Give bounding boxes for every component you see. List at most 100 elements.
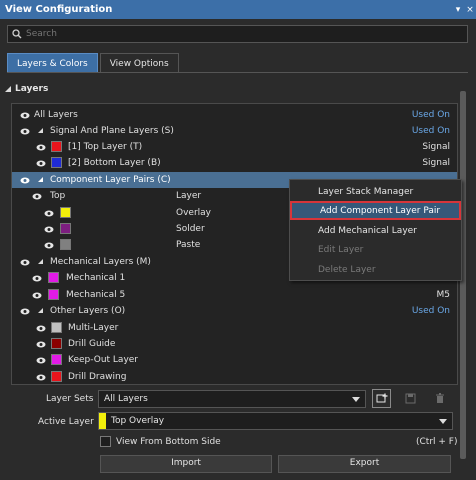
menu-item-add-mechanical-layer[interactable]: Add Mechanical Layer [290, 221, 461, 240]
eye-icon[interactable] [32, 275, 42, 282]
expand-triangle-icon[interactable] [38, 308, 43, 313]
context-menu: Layer Stack Manager Add Component Layer … [289, 179, 462, 281]
eye-icon[interactable] [36, 160, 46, 167]
layer-sets-label: Layer Sets [46, 394, 94, 404]
expand-triangle-icon[interactable] [38, 128, 43, 133]
layer-color-swatch[interactable] [60, 207, 71, 218]
view-from-bottom-checkbox[interactable] [100, 436, 111, 447]
menu-item-layer-stack-manager[interactable]: Layer Stack Manager [290, 182, 461, 201]
menu-item-delete-layer[interactable]: Delete Layer [290, 260, 461, 279]
window-titlebar: View Configuration ▾ × [0, 0, 476, 19]
eye-icon[interactable] [20, 177, 30, 184]
mechanical-1-label: Mechanical 1 [66, 273, 126, 283]
expand-triangle-icon[interactable] [38, 259, 43, 264]
eye-icon[interactable] [44, 210, 54, 217]
layers-section-label: Layers [15, 84, 49, 94]
pair-top-label: Top [50, 191, 66, 201]
layers-section-header[interactable]: Layers [5, 84, 48, 94]
collapse-triangle-icon [5, 86, 11, 92]
tab-layers-colors[interactable]: Layers & Colors [7, 53, 98, 73]
eye-icon[interactable] [32, 193, 42, 200]
export-button[interactable]: Export [278, 455, 451, 473]
active-layer-label: Active Layer [38, 417, 94, 427]
close-icon[interactable]: × [464, 5, 476, 15]
bottom-layer-used-on: Signal [422, 158, 450, 168]
view-from-bottom-label: View From Bottom Side [116, 437, 221, 447]
layer-color-swatch[interactable] [51, 354, 62, 365]
active-layer-value: Top Overlay [111, 416, 165, 426]
layer-color-swatch[interactable] [51, 322, 62, 333]
bottom-layer-label: [2] Bottom Layer (B) [68, 158, 161, 168]
eye-icon[interactable] [20, 259, 30, 266]
paste-label: Paste [176, 240, 201, 250]
eye-icon[interactable] [36, 357, 46, 364]
mechanical-5-label: Mechanical 5 [66, 290, 126, 300]
layer-color-swatch[interactable] [60, 239, 71, 250]
row-other-group[interactable]: Other Layers (O) Used On [12, 303, 457, 319]
layer-color-swatch[interactable] [51, 157, 62, 168]
add-layer-set-button[interactable] [372, 389, 391, 408]
row-bottom-layer[interactable]: [2] Bottom Layer (B) Signal [12, 155, 457, 171]
layer-color-swatch[interactable] [51, 371, 62, 382]
overlay-label: Overlay [176, 208, 211, 218]
layer-sets-select[interactable]: All Layers [98, 390, 366, 408]
active-layer-color [99, 413, 106, 429]
row-all-layers[interactable]: All Layers Used On [12, 107, 457, 123]
layer-color-swatch[interactable] [60, 223, 71, 234]
eye-icon[interactable] [36, 341, 46, 348]
layer-color-swatch[interactable] [48, 289, 59, 300]
delete-layer-set-button[interactable] [430, 389, 449, 408]
used-on-header[interactable]: Used On [412, 110, 450, 120]
row-mechanical-5[interactable]: Mechanical 5 M5 [12, 287, 457, 303]
layer-color-swatch[interactable] [51, 141, 62, 152]
tab-view-options[interactable]: View Options [99, 53, 179, 73]
eye-icon[interactable] [20, 128, 30, 135]
drill-drawing-label: Drill Drawing [68, 372, 127, 382]
row-drill-guide[interactable]: Drill Guide [12, 336, 457, 352]
mechanical-group-label: Mechanical Layers (M) [50, 257, 151, 267]
pin-menu-icon[interactable]: ▾ [452, 5, 464, 15]
tab-divider [7, 72, 468, 73]
eye-icon[interactable] [44, 242, 54, 249]
search-box[interactable] [7, 25, 468, 43]
row-top-layer[interactable]: [1] Top Layer (T) Signal [12, 139, 457, 155]
drill-guide-label: Drill Guide [68, 339, 116, 349]
top-layer-label: [1] Top Layer (T) [68, 142, 143, 152]
pair-layer-column: Layer [176, 191, 202, 201]
window-title: View Configuration [5, 4, 113, 15]
eye-icon[interactable] [20, 112, 30, 119]
active-layer-select[interactable]: Top Overlay [98, 412, 453, 430]
row-signal-group[interactable]: Signal And Plane Layers (S) Used On [12, 123, 457, 139]
eye-icon[interactable] [20, 308, 30, 315]
trash-icon [435, 393, 444, 403]
layer-color-swatch[interactable] [51, 338, 62, 349]
save-layer-set-button[interactable] [401, 389, 420, 408]
menu-item-edit-layer[interactable]: Edit Layer [290, 240, 461, 259]
menu-item-add-component-layer-pair[interactable]: Add Component Layer Pair [290, 201, 461, 220]
multi-layer-label: Multi-Layer [68, 323, 119, 333]
eye-icon[interactable] [36, 144, 46, 151]
layer-color-swatch[interactable] [48, 272, 59, 283]
import-button[interactable]: Import [100, 455, 272, 473]
all-layers-label: All Layers [34, 110, 78, 120]
component-group-label: Component Layer Pairs (C) [50, 175, 171, 185]
keep-out-layer-label: Keep-Out Layer [68, 355, 139, 365]
row-drill-drawing[interactable]: Drill Drawing [12, 369, 457, 384]
other-group-used-on: Used On [411, 306, 450, 316]
other-group-label: Other Layers (O) [50, 306, 126, 316]
eye-icon[interactable] [36, 325, 46, 332]
mechanical-5-used-on: M5 [436, 290, 451, 300]
signal-group-label: Signal And Plane Layers (S) [50, 126, 174, 136]
row-keep-out-layer[interactable]: Keep-Out Layer [12, 352, 457, 368]
search-input[interactable] [26, 29, 426, 39]
eye-icon[interactable] [36, 374, 46, 381]
eye-icon[interactable] [32, 292, 42, 299]
solder-label: Solder [176, 224, 205, 234]
row-multi-layer[interactable]: Multi-Layer [12, 320, 457, 336]
layer-sets-value: All Layers [104, 394, 148, 404]
tab-bar: Layers & Colors View Options [7, 53, 181, 73]
top-layer-used-on: Signal [422, 142, 450, 152]
chevron-down-icon [439, 419, 447, 424]
expand-triangle-icon[interactable] [38, 177, 43, 182]
eye-icon[interactable] [44, 226, 54, 233]
